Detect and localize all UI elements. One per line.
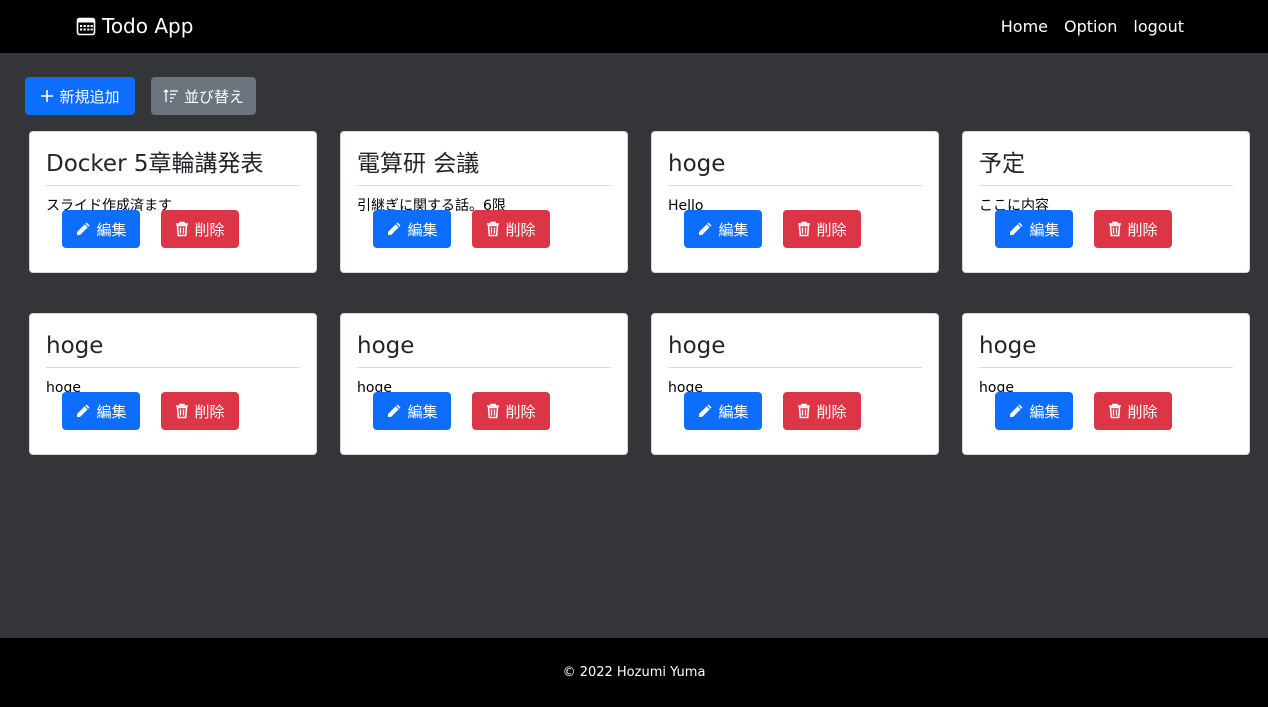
delete-label: 削除: [816, 221, 847, 239]
todo-actions: 編集 削除: [995, 210, 1233, 248]
edit-label: 編集: [1029, 221, 1060, 239]
delete-button[interactable]: 削除: [783, 210, 861, 248]
edit-label: 編集: [718, 221, 749, 239]
edit-label: 編集: [407, 403, 438, 421]
delete-button[interactable]: 削除: [1094, 392, 1172, 430]
pencil-icon: [699, 222, 712, 235]
edit-button[interactable]: 編集: [995, 210, 1073, 248]
delete-label: 削除: [1127, 403, 1158, 421]
todo-title: hoge: [357, 331, 611, 368]
todo-actions: 編集 削除: [684, 392, 922, 430]
edit-button[interactable]: 編集: [373, 210, 451, 248]
todo-card: hoge Hello 編集 削除: [651, 131, 939, 273]
add-todo-button[interactable]: 新規追加: [25, 77, 135, 115]
pencil-icon: [1010, 222, 1023, 235]
todo-title: hoge: [668, 149, 922, 186]
todo-grid: Docker 5章輪講発表 スライド作成済ます 編集 削除 電算研 会議 引継ぎに関する話…: [29, 131, 1250, 455]
pencil-icon: [699, 404, 712, 417]
edit-button[interactable]: 編集: [373, 392, 451, 430]
todo-card: hoge hoge 編集 削除: [340, 313, 628, 455]
sort-label: 並び替え: [183, 88, 244, 106]
sort-button[interactable]: 並び替え: [151, 77, 256, 115]
add-todo-label: 新規追加: [59, 88, 120, 106]
delete-label: 削除: [816, 403, 847, 421]
todo-actions: 編集 削除: [684, 210, 922, 248]
pencil-icon: [388, 404, 401, 417]
delete-button[interactable]: 削除: [472, 210, 550, 248]
pencil-icon: [77, 222, 90, 235]
trash-icon: [176, 221, 189, 237]
delete-label: 削除: [194, 221, 225, 239]
todo-card: 予定 ここに内容 編集 削除: [962, 131, 1250, 273]
trash-icon: [798, 221, 811, 237]
brand-title: Todo App: [102, 14, 194, 38]
pencil-icon: [388, 222, 401, 235]
edit-label: 編集: [1029, 403, 1060, 421]
delete-button[interactable]: 削除: [161, 392, 239, 430]
edit-button[interactable]: 編集: [62, 392, 140, 430]
todo-title: 予定: [979, 149, 1233, 186]
todo-card: Docker 5章輪講発表 スライド作成済ます 編集 削除: [29, 131, 317, 273]
todo-actions: 編集 削除: [62, 210, 300, 248]
todo-title: Docker 5章輪講発表: [46, 149, 300, 186]
sort-icon: [163, 89, 178, 103]
todo-title: hoge: [46, 331, 300, 368]
plus-icon: [41, 90, 54, 102]
edit-button[interactable]: 編集: [62, 210, 140, 248]
trash-icon: [487, 403, 500, 419]
delete-label: 削除: [194, 403, 225, 421]
calendar-icon: [76, 17, 96, 36]
trash-icon: [487, 221, 500, 237]
footer: © 2022 Hozumi Yuma: [0, 638, 1268, 707]
navbar: Todo App Home Option logout: [0, 0, 1268, 53]
edit-label: 編集: [96, 221, 127, 239]
trash-icon: [1109, 403, 1122, 419]
edit-button[interactable]: 編集: [995, 392, 1073, 430]
delete-button[interactable]: 削除: [783, 392, 861, 430]
trash-icon: [798, 403, 811, 419]
pencil-icon: [1010, 404, 1023, 417]
nav-link-option[interactable]: Option: [1064, 17, 1117, 36]
edit-button[interactable]: 編集: [684, 210, 762, 248]
delete-label: 削除: [505, 403, 536, 421]
todo-actions: 編集 削除: [373, 392, 611, 430]
delete-button[interactable]: 削除: [161, 210, 239, 248]
todo-card: 電算研 会議 引継ぎに関する話。6限 編集 削除: [340, 131, 628, 273]
todo-card: hoge hoge 編集 削除: [29, 313, 317, 455]
todo-card: hoge hoge 編集 削除: [962, 313, 1250, 455]
brand-link[interactable]: Todo App: [76, 13, 193, 39]
delete-label: 削除: [505, 221, 536, 239]
delete-button[interactable]: 削除: [1094, 210, 1172, 248]
todo-title: hoge: [979, 331, 1233, 368]
delete-button[interactable]: 削除: [472, 392, 550, 430]
todo-title: hoge: [668, 331, 922, 368]
todo-actions: 編集 削除: [373, 210, 611, 248]
copyright-text: © 2022 Hozumi Yuma: [562, 665, 706, 680]
todo-title: 電算研 会議: [357, 149, 611, 186]
trash-icon: [1109, 221, 1122, 237]
nav-link-logout[interactable]: logout: [1133, 17, 1184, 36]
nav-links: Home Option logout: [985, 0, 1184, 53]
todo-card: hoge hoge 編集 削除: [651, 313, 939, 455]
todo-actions: 編集 削除: [995, 392, 1233, 430]
delete-label: 削除: [1127, 221, 1158, 239]
toolbar: 新規追加 並び替え: [25, 77, 256, 115]
nav-link-home[interactable]: Home: [1001, 17, 1048, 36]
edit-label: 編集: [96, 403, 127, 421]
edit-label: 編集: [407, 221, 438, 239]
edit-button[interactable]: 編集: [684, 392, 762, 430]
todo-actions: 編集 削除: [62, 392, 300, 430]
pencil-icon: [77, 404, 90, 417]
edit-label: 編集: [718, 403, 749, 421]
trash-icon: [176, 403, 189, 419]
